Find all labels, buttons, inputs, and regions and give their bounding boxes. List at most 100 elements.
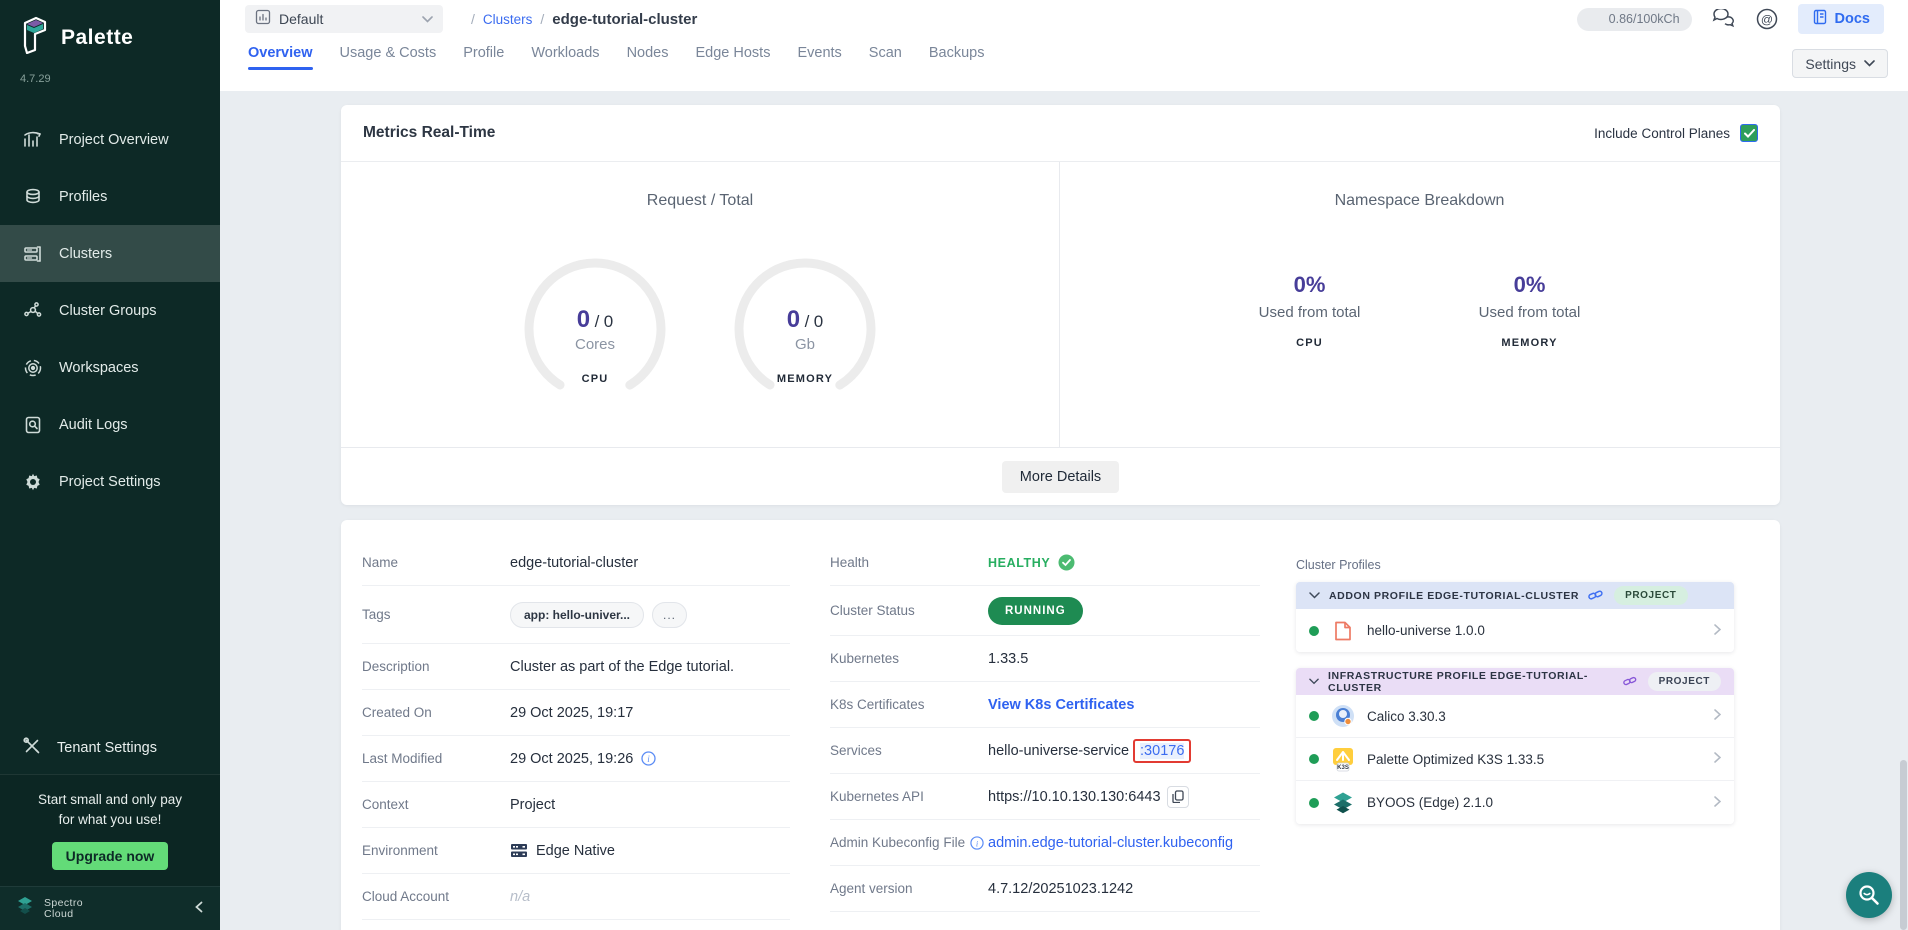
info-icon[interactable]: i — [970, 836, 984, 850]
brand: Palette — [0, 0, 220, 59]
cluster-name-value: edge-tutorial-cluster — [510, 555, 638, 571]
detail-row-cloud-account: Cloud Account n/a — [362, 874, 790, 920]
app-version: 4.7.29 — [20, 73, 220, 85]
description-value: Cluster as part of the Edge tutorial. — [510, 659, 734, 675]
sidebar-item-clusters[interactable]: Clusters — [0, 225, 220, 282]
tab-backups[interactable]: Backups — [929, 45, 985, 70]
sidebar-item-project-overview[interactable]: Project Overview — [0, 111, 220, 168]
memory-gauge-label: MEMORY — [730, 373, 880, 385]
view-k8s-certificates-link[interactable]: View K8s Certificates — [988, 697, 1134, 713]
sidebar-item-label: Audit Logs — [59, 417, 128, 433]
detail-row-cluster-status: Cluster Status RUNNING — [830, 586, 1260, 636]
edge-native-icon — [510, 843, 528, 858]
chevron-right-icon — [1714, 707, 1721, 725]
tab-overview[interactable]: Overview — [248, 45, 313, 70]
settings-button[interactable]: Settings — [1792, 49, 1888, 78]
detail-label: Name — [362, 555, 510, 570]
profile-layer-name: BYOOS (Edge) 2.1.0 — [1367, 795, 1493, 810]
namespace-cpu-caption: Used from total — [1230, 304, 1390, 321]
info-icon[interactable]: i — [641, 751, 656, 766]
tab-workloads[interactable]: Workloads — [531, 45, 599, 70]
metrics-footer: More Details — [341, 447, 1780, 505]
upgrade-now-button[interactable]: Upgrade now — [52, 842, 169, 870]
detail-row-environment: Environment Edge Native — [362, 828, 790, 874]
sidebar-item-profiles[interactable]: Profiles — [0, 168, 220, 225]
scrollbar-thumb[interactable] — [1900, 760, 1907, 930]
status-dot-icon — [1309, 711, 1319, 721]
tab-profile[interactable]: Profile — [463, 45, 504, 70]
workspace-icon — [22, 357, 44, 379]
detail-row-kubernetes-api: Kubernetes API https://10.10.130.130:644… — [830, 774, 1260, 820]
svg-text:K3S: K3S — [1337, 765, 1349, 771]
profile-layer-byoos[interactable]: BYOOS (Edge) 2.1.0 — [1296, 781, 1734, 824]
detail-row-admin-kubeconfig: Admin Kubeconfig File i admin.edge-tutor… — [830, 820, 1260, 866]
docs-button[interactable]: Docs — [1798, 4, 1884, 34]
copy-button[interactable] — [1167, 786, 1189, 808]
cluster-profiles-panel: Cluster Profiles ADDON PROFILE EDGE-TUTO… — [1296, 540, 1734, 930]
last-modified-value: 29 Oct 2025, 19:26 — [510, 751, 633, 767]
profile-layer-k3s[interactable]: K3S Palette Optimized K3S 1.33.5 — [1296, 738, 1734, 781]
service-name-value: hello-universe-service — [988, 743, 1129, 759]
sidebar-collapse-icon[interactable] — [194, 900, 204, 917]
include-control-planes-checkbox[interactable] — [1740, 124, 1758, 142]
detail-row-context: Context Project — [362, 782, 790, 828]
status-dot-icon — [1309, 626, 1319, 636]
sidebar-item-label: Project Settings — [59, 474, 161, 490]
tab-events[interactable]: Events — [797, 45, 841, 70]
namespace-memory-caption: Used from total — [1450, 304, 1610, 321]
detail-label: K8s Certificates — [830, 697, 988, 712]
more-details-button[interactable]: More Details — [1002, 461, 1119, 493]
breadcrumb-link-clusters[interactable]: Clusters — [483, 12, 533, 27]
detail-row-agent-version: Agent version 4.7.12/20251023.1242 — [830, 866, 1260, 912]
infrastructure-profile-header[interactable]: INFRASTRUCTURE PROFILE EDGE-TUTORIAL-CLU… — [1296, 668, 1734, 695]
sidebar-item-audit-logs[interactable]: Audit Logs — [0, 396, 220, 453]
content-scroll-area: Metrics Real-Time Include Control Planes… — [220, 91, 1908, 930]
profile-layer-hello-universe[interactable]: hello-universe 1.0.0 — [1296, 609, 1734, 652]
breadcrumb-separator: / — [471, 11, 475, 27]
infrastructure-profile-group: INFRASTRUCTURE PROFILE EDGE-TUTORIAL-CLU… — [1296, 668, 1734, 824]
memory-gauge: 0 / 0 Gb MEMORY — [730, 254, 880, 404]
agent-version-value: 4.7.12/20251023.1242 — [988, 881, 1133, 897]
project-selector[interactable]: Default — [245, 5, 443, 33]
namespace-cpu-label: CPU — [1230, 337, 1390, 349]
sidebar-item-cluster-groups[interactable]: Cluster Groups — [0, 282, 220, 339]
kubeconfig-file-link[interactable]: admin.edge-tutorial-cluster.kubeconfig — [988, 835, 1233, 851]
detail-label: Health — [830, 555, 988, 570]
sidebar-item-tenant-settings[interactable]: Tenant Settings — [0, 722, 220, 774]
sidebar-item-label: Cluster Groups — [59, 303, 157, 319]
chart-icon — [22, 129, 44, 151]
profile-layer-name: Palette Optimized K3S 1.33.5 — [1367, 752, 1544, 767]
mention-icon[interactable]: @ — [1754, 6, 1780, 32]
profile-layer-calico[interactable]: Calico 3.30.3 — [1296, 695, 1734, 738]
cpu-used-value: 0 — [577, 306, 590, 333]
tab-edge-hosts[interactable]: Edge Hosts — [695, 45, 770, 70]
sidebar-item-project-settings[interactable]: Project Settings — [0, 453, 220, 510]
breadcrumb-current: edge-tutorial-cluster — [552, 11, 697, 28]
help-search-fab[interactable] — [1846, 872, 1892, 918]
namespace-memory-label: MEMORY — [1450, 337, 1610, 349]
addon-profile-header[interactable]: ADDON PROFILE EDGE-TUTORIAL-CLUSTER PROJ… — [1296, 582, 1734, 609]
project-selector-value: Default — [279, 11, 414, 27]
layers-icon — [22, 186, 44, 208]
service-port-link[interactable]: :30176 — [1140, 743, 1184, 759]
profile-layer-name: hello-universe 1.0.0 — [1367, 623, 1485, 638]
tab-usage-costs[interactable]: Usage & Costs — [340, 45, 437, 70]
running-status-badge: RUNNING — [988, 597, 1083, 625]
project-scope-badge: PROJECT — [1648, 672, 1721, 691]
memory-unit: Gb — [730, 336, 880, 353]
app-window: Palette 4.7.29 Project Overview — [0, 0, 1908, 930]
chat-bubbles-icon[interactable] — [1710, 6, 1736, 32]
magnifier-smile-icon — [1857, 883, 1881, 907]
tab-nodes[interactable]: Nodes — [627, 45, 669, 70]
detail-label: Kubernetes — [830, 651, 988, 666]
credits-counter: 0.86/100kCh — [1577, 8, 1692, 31]
tab-scan[interactable]: Scan — [869, 45, 902, 70]
svg-text:i: i — [976, 839, 979, 848]
top-bar: Default / Clusters / edge-tutorial-clust… — [220, 0, 1908, 38]
addon-profile-title: ADDON PROFILE EDGE-TUTORIAL-CLUSTER — [1329, 590, 1579, 602]
sidebar-item-label: Clusters — [59, 246, 112, 262]
sidebar-item-workspaces[interactable]: Workspaces — [0, 339, 220, 396]
memory-total-value: 0 — [814, 312, 823, 331]
chevron-down-icon — [1864, 60, 1875, 67]
tag-more-chip[interactable]: ... — [652, 602, 687, 628]
